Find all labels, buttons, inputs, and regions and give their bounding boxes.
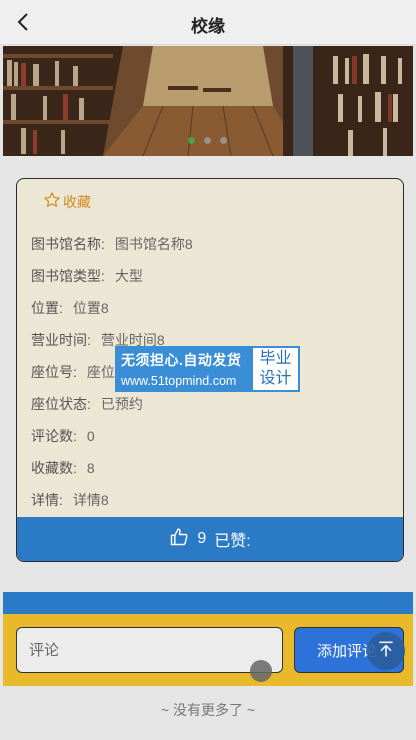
detail-label: 详情: <box>31 492 63 508</box>
detail-value: 位置8 <box>72 300 109 316</box>
favorite-button[interactable]: 收藏 <box>43 191 91 212</box>
star-icon <box>43 191 61 212</box>
favorite-label: 收藏 <box>63 193 91 210</box>
watermark-text: 无须担心.自动发货 www.51topmind.com <box>115 346 251 392</box>
arrow-up-icon <box>376 639 396 664</box>
detail-value: 详情8 <box>72 492 109 508</box>
page-title: 校缘 <box>191 17 225 36</box>
detail-row-comment-count: 评论数: 0 <box>31 420 193 452</box>
detail-value: 图书馆名称8 <box>114 236 193 252</box>
carousel-dot[interactable] <box>204 137 211 144</box>
carousel-indicator <box>188 137 227 144</box>
detail-value: 已预约 <box>100 396 143 412</box>
detail-row-favorite-count: 收藏数: 8 <box>31 452 193 484</box>
detail-value: 8 <box>86 460 95 476</box>
app-header: 校缘 <box>0 0 416 45</box>
watermark-badge-line1: 毕业 <box>259 350 292 367</box>
detail-label: 收藏数: <box>31 460 77 476</box>
detail-row-seat-status: 座位状态: 已预约 <box>31 388 193 420</box>
watermark-badge-line2: 设计 <box>259 370 292 387</box>
watermark-badge: 毕业 设计 <box>251 346 300 392</box>
watermark-banner: 无须担心.自动发货 www.51topmind.com 毕业 设计 <box>115 346 300 392</box>
loading-indicator <box>250 660 272 682</box>
detail-value: 大型 <box>114 268 143 284</box>
detail-label: 图书馆名称: <box>31 236 105 252</box>
back-to-top-button[interactable] <box>367 632 405 670</box>
detail-value: 0 <box>86 428 95 444</box>
like-count: 9 <box>197 530 207 547</box>
detail-row-description: 详情: 详情8 <box>31 484 193 516</box>
thumbs-up-icon <box>169 527 189 552</box>
end-of-list-text: ~ 没有更多了 ~ <box>160 702 256 718</box>
like-label: 已赞: <box>214 533 251 550</box>
like-button[interactable]: 9 已赞: <box>17 517 403 561</box>
watermark-url: www.51topmind.com <box>121 374 237 388</box>
carousel-dot[interactable] <box>220 137 227 144</box>
section-divider <box>3 592 413 614</box>
detail-label: 座位状态: <box>31 396 91 412</box>
detail-row-name: 图书馆名称: 图书馆名称8 <box>31 228 193 260</box>
detail-label: 评论数: <box>31 428 77 444</box>
detail-label: 位置: <box>31 300 63 316</box>
detail-label: 营业时间: <box>31 332 91 348</box>
comment-input[interactable] <box>16 627 283 673</box>
detail-row-location: 位置: 位置8 <box>31 292 193 324</box>
detail-label: 座位号: <box>31 364 77 380</box>
detail-row-type: 图书馆类型: 大型 <box>31 260 193 292</box>
watermark-line1: 无须担心.自动发货 <box>121 352 242 368</box>
detail-label: 图书馆类型: <box>31 268 105 284</box>
carousel-dot[interactable] <box>188 137 195 144</box>
